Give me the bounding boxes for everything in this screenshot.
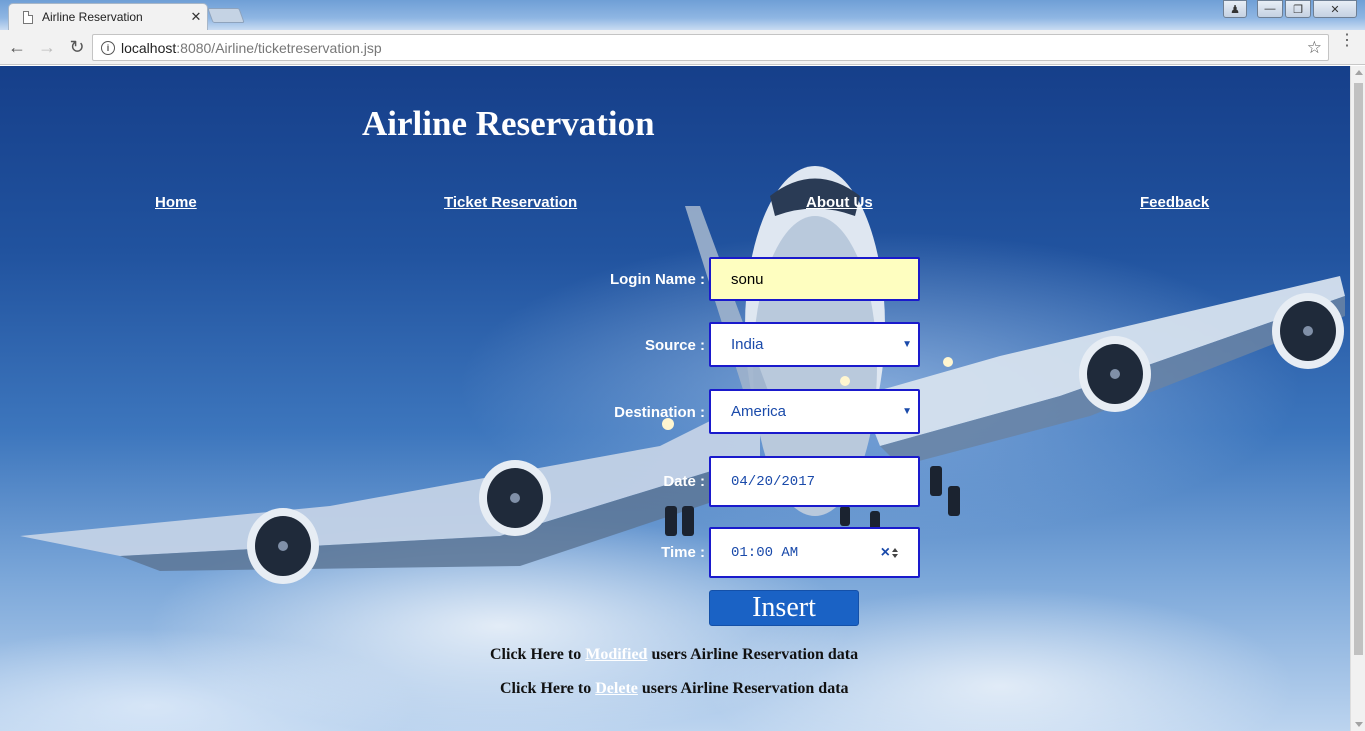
reload-icon[interactable]: ↻ bbox=[64, 34, 90, 60]
insert-button[interactable]: Insert bbox=[709, 590, 859, 626]
info-icon[interactable]: i bbox=[101, 40, 115, 55]
source-value: India bbox=[731, 336, 764, 353]
modify-prefix: Click Here to bbox=[490, 646, 586, 663]
close-window-button[interactable]: ✕ bbox=[1313, 0, 1357, 18]
scroll-thumb[interactable] bbox=[1354, 83, 1363, 655]
date-input[interactable]: 04/20/2017 bbox=[709, 456, 920, 507]
browser-toolbar: ← → ↻ i localhost:8080/Airline/ticketres… bbox=[0, 30, 1365, 65]
modify-line: Click Here to Modified users Airline Res… bbox=[490, 646, 858, 664]
delete-line: Click Here to Delete users Airline Reser… bbox=[500, 680, 849, 698]
tab-close-icon[interactable]: ✕ bbox=[185, 9, 207, 25]
nav-about-us-link[interactable]: About Us bbox=[806, 194, 873, 211]
restore-button[interactable]: ❐ bbox=[1285, 0, 1311, 18]
scroll-up-icon[interactable] bbox=[1355, 70, 1363, 75]
url-path: :8080/Airline/ticketreservation.jsp bbox=[176, 39, 382, 56]
date-value: 04/20/2017 bbox=[731, 473, 816, 490]
time-value: 01:00 AM bbox=[731, 544, 799, 561]
new-tab-button[interactable] bbox=[207, 8, 245, 23]
destination-label: Destination : bbox=[614, 404, 705, 421]
delete-prefix: Click Here to bbox=[500, 680, 596, 697]
chevron-down-icon: ▼ bbox=[902, 339, 912, 350]
destination-value: America bbox=[731, 403, 787, 420]
login-name-label: Login Name : bbox=[609, 271, 705, 288]
time-label: Time : bbox=[661, 544, 705, 561]
page-viewport: Airline Reservation Home Ticket Reservat… bbox=[0, 66, 1350, 731]
source-label: Source : bbox=[644, 337, 705, 354]
bookmark-star-icon[interactable]: ☆ bbox=[1307, 38, 1322, 58]
spinner-icon[interactable] bbox=[892, 547, 898, 558]
vertical-scrollbar[interactable] bbox=[1350, 66, 1365, 731]
chevron-down-icon: ▼ bbox=[902, 406, 912, 417]
login-name-input[interactable]: sonu bbox=[709, 257, 920, 301]
airplane-background-image bbox=[20, 166, 1345, 584]
window-titlebar: Airline Reservation ✕ ♟ — ❐ ✕ bbox=[0, 0, 1365, 30]
login-name-value: sonu bbox=[731, 270, 764, 288]
user-icon[interactable]: ♟ bbox=[1223, 0, 1247, 18]
forward-icon[interactable]: → bbox=[34, 34, 60, 60]
menu-icon[interactable]: ⋮ bbox=[1339, 33, 1355, 49]
nav-ticket-reservation-link[interactable]: Ticket Reservation bbox=[444, 194, 577, 211]
page-icon bbox=[23, 10, 33, 24]
address-bar[interactable]: i localhost:8080/Airline/ticketreservati… bbox=[92, 34, 1329, 61]
modify-suffix: users Airline Reservation data bbox=[647, 646, 859, 663]
url-text: localhost:8080/Airline/ticketreservation… bbox=[121, 40, 382, 56]
delete-suffix: users Airline Reservation data bbox=[637, 680, 849, 697]
nav-home-link[interactable]: Home bbox=[155, 194, 197, 211]
date-label: Date : bbox=[663, 473, 705, 490]
scroll-down-icon[interactable] bbox=[1355, 722, 1363, 727]
nav-feedback-link[interactable]: Feedback bbox=[1140, 194, 1209, 211]
browser-tab[interactable]: Airline Reservation ✕ bbox=[8, 3, 208, 30]
destination-select[interactable]: America ▼ bbox=[709, 389, 920, 434]
modified-link[interactable]: Modified bbox=[585, 646, 647, 663]
tab-title: Airline Reservation bbox=[42, 10, 143, 24]
window-controls: ♟ — ❐ ✕ bbox=[1223, 0, 1357, 18]
back-icon[interactable]: ← bbox=[4, 34, 30, 60]
page-title: Airline Reservation bbox=[362, 104, 655, 143]
delete-link[interactable]: Delete bbox=[595, 680, 638, 697]
clear-icon[interactable]: × bbox=[881, 544, 890, 562]
minimize-button[interactable]: — bbox=[1257, 0, 1283, 18]
source-select[interactable]: India ▼ bbox=[709, 322, 920, 367]
time-input[interactable]: 01:00 AM × bbox=[709, 527, 920, 578]
url-host: localhost bbox=[121, 39, 177, 56]
